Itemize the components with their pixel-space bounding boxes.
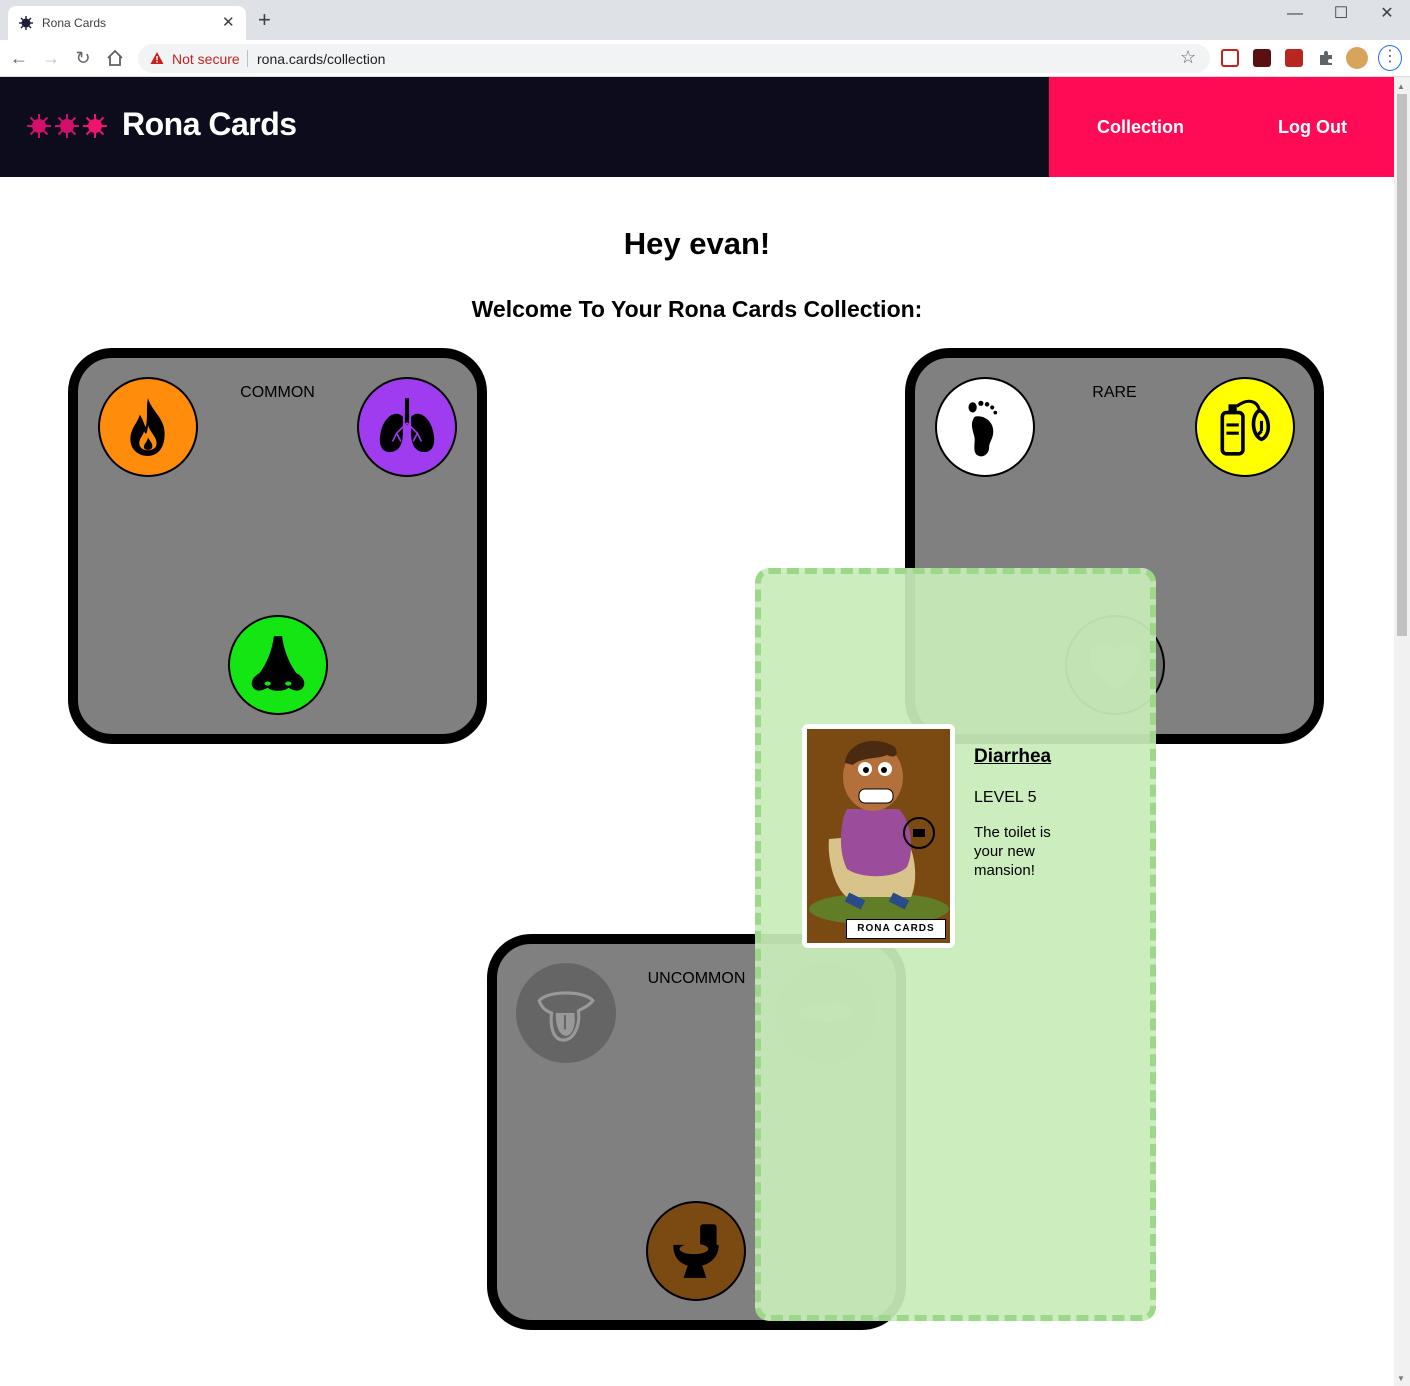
toilet-icon xyxy=(673,1224,719,1278)
oxygen-tank-icon xyxy=(1220,399,1271,456)
profile-avatar[interactable] xyxy=(1346,47,1368,69)
security-label[interactable]: Not secure xyxy=(172,51,240,67)
tongue-token[interactable] xyxy=(516,963,616,1063)
browser-toolbar: ← → ↻ Not secure rona.cards/collection ☆… xyxy=(0,40,1410,77)
card-description: The toilet is your new mansion! xyxy=(974,824,1051,879)
greeting-heading: Hey evan! xyxy=(623,226,771,261)
tongue-icon xyxy=(537,991,595,1042)
collection-subheading: Welcome To Your Rona Cards Collection: xyxy=(471,296,923,322)
address-divider xyxy=(247,50,248,67)
browser-tab[interactable]: Rona Cards ✕ xyxy=(8,6,246,40)
back-icon[interactable]: ← xyxy=(8,47,30,69)
fire-icon xyxy=(130,398,165,456)
acrobat-extension-icon[interactable] xyxy=(1253,49,1271,67)
browser-tab-strip: Rona Cards ✕ + — ☐ ✕ xyxy=(0,0,1410,40)
foot-token[interactable] xyxy=(935,377,1035,477)
close-window-button[interactable]: ✕ xyxy=(1364,2,1410,26)
tab-title: Rona Cards xyxy=(42,16,107,30)
url-text[interactable]: rona.cards/collection xyxy=(257,51,385,67)
reload-icon[interactable]: ↻ xyxy=(72,47,94,69)
fire-token[interactable] xyxy=(98,377,198,477)
nose-icon xyxy=(251,636,305,691)
browser-menu-icon[interactable]: ⋮ xyxy=(1378,45,1402,71)
foot-icon xyxy=(968,400,998,457)
site-header: Rona Cards Collection Log Out xyxy=(0,77,1394,177)
new-tab-button[interactable]: + xyxy=(258,9,271,31)
oxygen-tank-token[interactable] xyxy=(1195,377,1295,477)
virus-logo-icon xyxy=(55,114,79,138)
nav-bar: Collection Log Out xyxy=(1049,77,1394,177)
nose-token[interactable] xyxy=(228,615,328,715)
virus-logo-icon xyxy=(83,114,107,138)
brand-title[interactable]: Rona Cards xyxy=(122,106,297,143)
warning-icon xyxy=(150,52,164,64)
forward-icon[interactable]: → xyxy=(40,47,62,69)
card-name-link[interactable]: Diarrhea xyxy=(974,746,1051,768)
card-level: LEVEL 5 xyxy=(974,789,1037,806)
card-brand-label: RONA CARDS xyxy=(846,919,946,939)
bookmark-star-icon[interactable]: ☆ xyxy=(1180,47,1196,68)
puzzle-extensions-icon[interactable] xyxy=(1317,49,1335,67)
pack-common[interactable]: COMMON xyxy=(68,348,487,744)
address-bar[interactable]: Not secure rona.cards/collection ☆ xyxy=(138,44,1210,73)
scroll-up-arrow-icon[interactable]: ▲ xyxy=(1397,82,1405,91)
tab-close-icon[interactable]: ✕ xyxy=(222,13,235,31)
card-artwork: RONA CARDS xyxy=(807,729,950,943)
lungs-token[interactable] xyxy=(357,377,457,477)
maximize-button[interactable]: ☐ xyxy=(1318,2,1364,26)
toilet-token[interactable] xyxy=(646,1201,746,1301)
virus-favicon-icon xyxy=(19,16,33,30)
scrollbar-thumb[interactable] xyxy=(1397,94,1407,636)
minimize-button[interactable]: — xyxy=(1272,2,1318,26)
pocket-extension-icon[interactable] xyxy=(1221,49,1239,67)
card-image[interactable]: RONA CARDS xyxy=(802,724,955,948)
nav-collection-link[interactable]: Collection xyxy=(1097,117,1184,138)
colorful-extension-icon[interactable] xyxy=(1285,49,1303,67)
lungs-icon xyxy=(379,398,435,453)
virus-logo-icon xyxy=(27,114,51,138)
home-icon[interactable] xyxy=(104,47,126,69)
man-on-toilet-illustration xyxy=(807,729,950,943)
scroll-down-arrow-icon[interactable]: ▼ xyxy=(1397,1374,1405,1383)
nav-logout-link[interactable]: Log Out xyxy=(1278,117,1347,138)
